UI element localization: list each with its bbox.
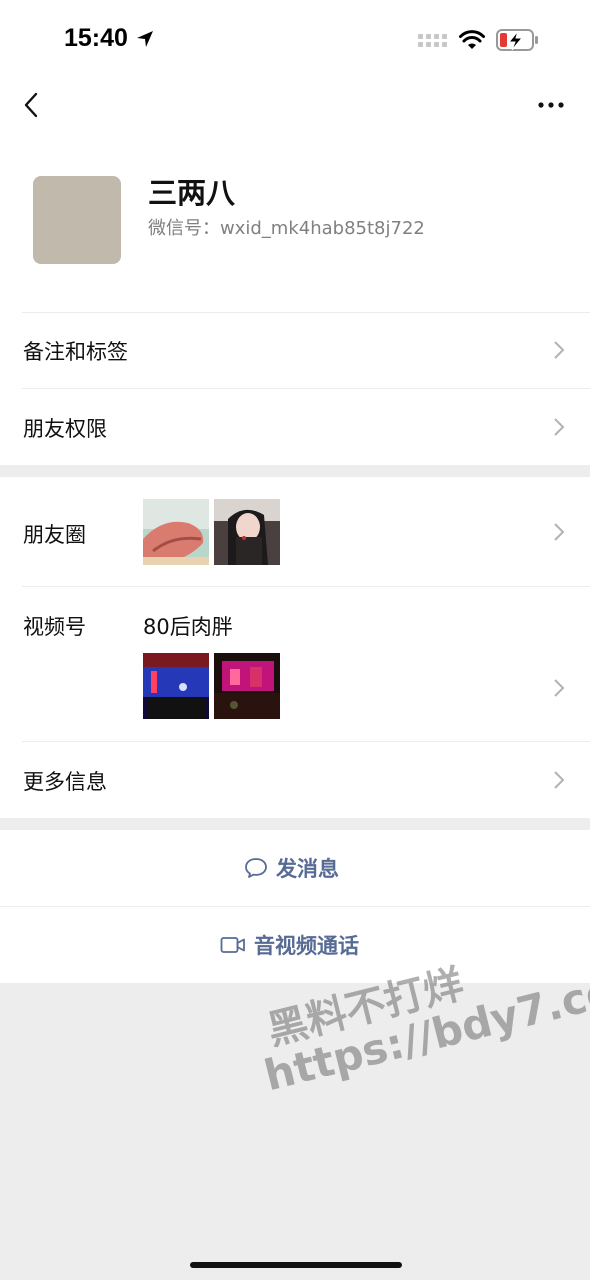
row-label: 朋友权限: [23, 417, 107, 441]
nickname: 三两八: [148, 176, 236, 210]
channel-video-thumbnail: [143, 653, 209, 719]
row-label: 备注和标签: [23, 340, 128, 364]
profile-header: 三两八 微信号：wxid_mk4hab85t8j722: [0, 130, 590, 312]
chevron-right-icon: [554, 679, 565, 697]
location-arrow-icon: [137, 31, 153, 47]
wifi-icon: [459, 30, 485, 49]
battery-charging-icon: [496, 29, 538, 51]
row-more-info[interactable]: 更多信息: [0, 742, 590, 818]
video-camera-icon: [220, 937, 245, 953]
cellular-signal-icon: [418, 34, 447, 47]
row-label: 更多信息: [23, 770, 107, 794]
navigation-bar: [0, 80, 590, 130]
more-options-icon[interactable]: [536, 92, 566, 118]
moments-photo: [214, 499, 280, 565]
row-label: 视频号: [23, 615, 86, 639]
channel-video-thumbnail: [214, 653, 280, 719]
settings-group: 备注和标签 朋友权限: [0, 312, 590, 465]
channel-name: 80后肉胖: [143, 615, 233, 639]
status-time: 15:40: [64, 24, 128, 52]
row-friend-permissions[interactable]: 朋友权限: [0, 389, 590, 465]
moments-photo: [143, 499, 209, 565]
row-channels[interactable]: 视频号 80后肉胖: [0, 587, 590, 741]
status-bar: 15:40: [0, 0, 590, 80]
chevron-right-icon: [554, 771, 565, 789]
row-moments[interactable]: 朋友圈: [0, 477, 590, 586]
profile-content-group: 朋友圈 视频号 80后肉胖 更多信息: [0, 477, 590, 818]
action-label: 音视频通话: [254, 934, 359, 958]
back-chevron-icon[interactable]: [18, 90, 48, 120]
home-indicator[interactable]: [190, 1262, 402, 1268]
chevron-right-icon: [554, 341, 565, 359]
avatar[interactable]: [33, 176, 121, 264]
chevron-right-icon: [554, 418, 565, 436]
action-label: 发消息: [276, 857, 339, 881]
row-remarks-tags[interactable]: 备注和标签: [0, 312, 590, 388]
wechat-id: 微信号：wxid_mk4hab85t8j722: [148, 218, 425, 239]
row-label: 朋友圈: [23, 523, 86, 547]
send-message-button[interactable]: 发消息: [0, 830, 590, 906]
chevron-right-icon: [554, 523, 565, 541]
chat-bubble-icon: [245, 858, 267, 878]
